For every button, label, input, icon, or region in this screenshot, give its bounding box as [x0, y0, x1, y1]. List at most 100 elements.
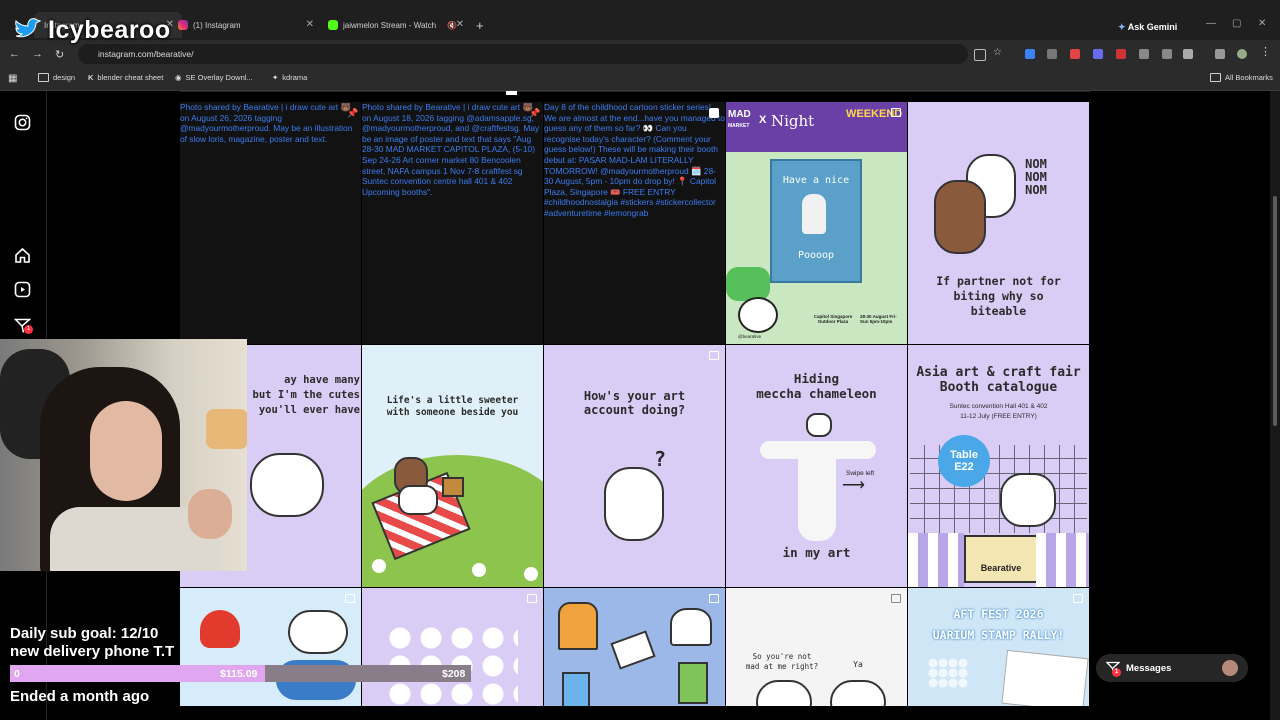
post-tile-nom[interactable]: NOM NOM NOM If partner not for biting why …	[908, 102, 1089, 344]
mad-me-text: So you're not mad at me right?	[745, 652, 819, 671]
sub-goal-line1: Daily sub goal: 12/10	[10, 625, 159, 642]
checker-floor-right	[1036, 533, 1089, 587]
sweeter-caption: Life's a little sweeter with someone bes…	[386, 395, 519, 418]
post-tile-bear-faces[interactable]	[362, 588, 543, 706]
browser-tab-strip: Instagram ✕ (1) Instagram ✕ jaiwmelon St…	[0, 0, 1280, 40]
post-tile-mad-market[interactable]: MAD MARKET X Night WEEKEND Have a nice Po…	[726, 102, 907, 344]
picnic-basket-icon	[442, 477, 464, 497]
t-pose-bear-icon	[806, 413, 832, 437]
new-tab-button[interactable]: +	[476, 12, 484, 38]
close-icon[interactable]: ✕	[456, 19, 464, 30]
carousel-icon	[709, 351, 719, 360]
tab-instagram-2[interactable]: (1) Instagram ✕	[178, 12, 314, 38]
scrollbar-thumb[interactable]	[1273, 196, 1277, 426]
orange-house-icon	[558, 602, 598, 650]
post-tile-snacks[interactable]	[544, 588, 725, 706]
bookmark-kdrama[interactable]: ✦ kdrama	[272, 73, 307, 82]
extension-icon-7[interactable]	[1162, 49, 1172, 59]
forward-icon[interactable]: →	[32, 48, 43, 60]
extension-icon-4[interactable]	[1093, 49, 1103, 59]
address-bar[interactable]: instagram.com/bearative/	[78, 44, 968, 64]
tab-label: jaiwmelon Stream - Watch	[343, 20, 437, 30]
bear-face-icon	[738, 297, 778, 333]
profile-avatar-icon[interactable]	[1237, 49, 1247, 59]
bird-logo-icon	[15, 18, 42, 38]
extension-icon-5[interactable]	[1116, 49, 1126, 59]
sidepanel-icon[interactable]	[1215, 49, 1225, 59]
carousel-icon	[345, 594, 355, 603]
apps-grid-icon[interactable]: ▦	[8, 73, 17, 84]
chameleon-title: Hiding meccha chameleon	[756, 371, 877, 401]
page-scrollbar[interactable]	[1270, 91, 1280, 720]
grid-tab-icon[interactable]	[506, 91, 517, 95]
bear-face-icon	[830, 680, 886, 706]
post-tile-1[interactable]: Photo shared by Bearative | i draw cute …	[180, 102, 361, 344]
all-bookmarks[interactable]: All Bookmarks	[1210, 73, 1273, 82]
post-alt-text: Day 8 of the childhood cartoon sticker s…	[544, 102, 725, 218]
poster-pooop: Poooop	[797, 250, 835, 261]
post-tile-sweeter[interactable]: Life's a little sweeter with someone bes…	[362, 345, 543, 587]
post-tile-chameleon[interactable]: Hiding meccha chameleon Swipe left ⟶ in m…	[726, 345, 907, 587]
messages-send-icon[interactable]: 1	[13, 317, 33, 334]
bookmark-se-overlay[interactable]: ◉ SE Overlay Downl...	[175, 73, 253, 82]
install-icon[interactable]	[974, 49, 986, 61]
shelf-grid	[910, 445, 1087, 533]
close-window-icon[interactable]: ✕	[1258, 18, 1266, 29]
se-icon: ◉	[175, 73, 182, 82]
post-tile-catalogue[interactable]: Asia art & craft fair Booth catalogue Sun…	[908, 345, 1089, 587]
flower-icon	[372, 559, 386, 573]
reload-icon[interactable]: ↻	[55, 48, 64, 61]
waving-bear-icon	[1000, 473, 1056, 527]
reels-icon[interactable]	[14, 281, 31, 298]
brand-label: Bearative	[980, 563, 1022, 573]
post-tile-3[interactable]: Day 8 of the childhood cartoon sticker s…	[544, 102, 725, 344]
extension-icon-6[interactable]	[1139, 49, 1149, 59]
person-face	[90, 401, 162, 501]
bookmark-label: SE Overlay Downl...	[185, 73, 253, 82]
carousel-icon	[527, 594, 537, 603]
market-x: X	[759, 114, 767, 126]
gemini-star-icon: ✦	[1118, 22, 1126, 32]
menu-kebab-icon[interactable]: ⋮	[1260, 45, 1271, 58]
post-tile-art-account[interactable]: How's your art account doing? ?	[544, 345, 725, 587]
nom-text: NOM NOM NOM	[1025, 157, 1047, 197]
bar-start: 0	[14, 668, 20, 680]
extensions-puzzle-icon[interactable]	[1183, 49, 1193, 59]
post-tile-stamp-rally[interactable]: AFT FEST 2026 UARIUM STAMP RALLY!	[908, 588, 1089, 706]
poster-nice: Have a nice	[782, 175, 850, 186]
toilet-bear-icon	[802, 194, 826, 234]
post-tile-mad-me[interactable]: So you're not mad at me right? Ya	[726, 588, 907, 706]
table-badge: Table E22	[938, 435, 990, 487]
bookmark-design[interactable]: design	[38, 73, 75, 82]
ask-gemini-button[interactable]: ✦ Ask Gemini	[1118, 22, 1177, 33]
back-icon[interactable]: ←	[9, 48, 20, 60]
confused-bear-icon	[604, 467, 664, 541]
post-tile-2[interactable]: Photo shared by Bearative | i draw cute …	[362, 102, 543, 344]
reel-icon	[709, 108, 719, 118]
brown-bear-icon	[934, 180, 986, 254]
donation-progress-bar: 0 $115.09 $208	[10, 665, 471, 682]
minimize-icon[interactable]: —	[1206, 18, 1216, 29]
art-account-caption: How's your art account doing?	[583, 389, 686, 417]
pin-icon: 📌	[529, 108, 541, 118]
tab-twitch-stream[interactable]: jaiwmelon Stream - Watch 🔇 ✕	[328, 12, 464, 38]
bookmark-blender[interactable]: Kblender cheat sheet	[88, 73, 163, 82]
bar-current: $115.09	[220, 668, 258, 680]
post-tile-sea-stickers[interactable]	[180, 588, 361, 706]
carousel-icon	[1073, 594, 1083, 603]
instagram-logo-icon[interactable]	[14, 114, 31, 131]
extension-icon-1[interactable]	[1025, 49, 1035, 59]
seal-icon	[288, 610, 348, 654]
juice-box-icon	[678, 662, 708, 704]
extension-icon-2[interactable]	[1047, 49, 1057, 59]
messages-button[interactable]: 1 Messages	[1096, 654, 1248, 682]
arrow-right-icon: ⟶	[842, 477, 865, 494]
bookmark-star-icon[interactable]: ☆	[993, 47, 1003, 58]
close-icon[interactable]: ✕	[306, 19, 314, 30]
instagram-favicon-icon	[178, 20, 188, 30]
home-icon[interactable]	[14, 247, 31, 264]
extension-icon-3[interactable]	[1070, 49, 1080, 59]
maximize-icon[interactable]: ▢	[1232, 18, 1241, 29]
carousel-icon	[709, 594, 719, 603]
onigiri-icon	[670, 608, 712, 646]
